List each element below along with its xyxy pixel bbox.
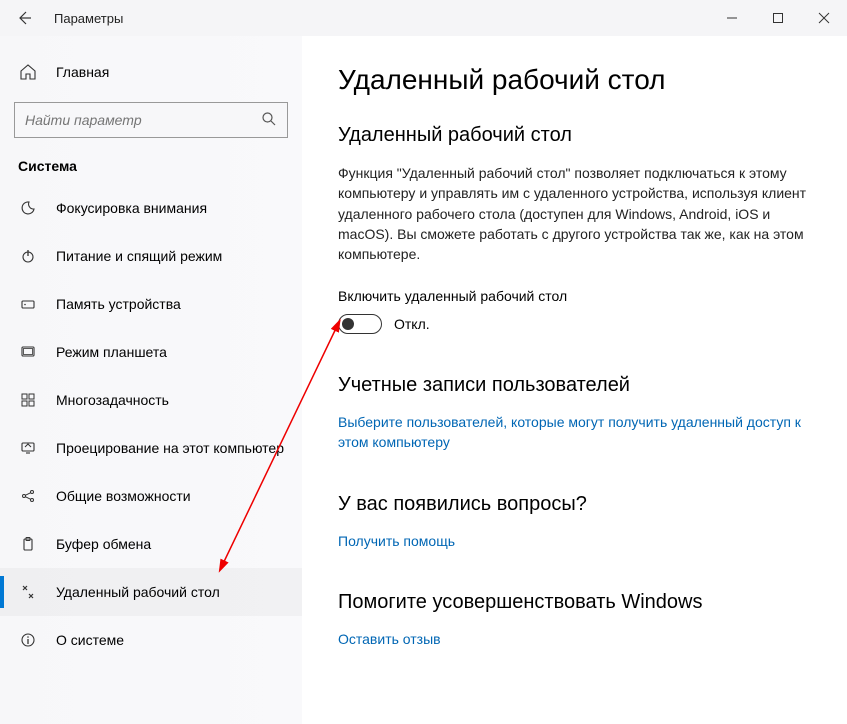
page-title: Удаленный рабочий стол — [338, 64, 815, 96]
toggle-label: Включить удаленный рабочий стол — [338, 288, 815, 304]
moon-icon — [18, 200, 38, 216]
clipboard-icon — [18, 536, 38, 552]
sidebar-item-multitask[interactable]: Многозадачность — [0, 376, 302, 424]
remote-desktop-icon — [18, 584, 38, 600]
toggle-state: Откл. — [394, 316, 430, 332]
search-box[interactable] — [14, 102, 288, 138]
sidebar-home[interactable]: Главная — [0, 52, 302, 92]
shared-icon — [18, 488, 38, 504]
multitask-icon — [18, 392, 38, 408]
accounts-section: Учетные записи пользователей Выберите по… — [338, 374, 815, 452]
close-icon — [818, 12, 830, 24]
sidebar-item-label: Многозадачность — [56, 392, 169, 408]
sidebar-item-label: О системе — [56, 632, 124, 648]
sidebar-item-shared[interactable]: Общие возможности — [0, 472, 302, 520]
maximize-button[interactable] — [755, 0, 801, 36]
remote-desktop-toggle[interactable] — [338, 314, 382, 334]
close-button[interactable] — [801, 0, 847, 36]
section-description: Функция "Удаленный рабочий стол" позволя… — [338, 163, 808, 264]
select-users-link[interactable]: Выберите пользователей, которые могут по… — [338, 413, 808, 452]
get-help-link[interactable]: Получить помощь — [338, 532, 808, 552]
back-button[interactable] — [8, 2, 40, 34]
search-icon — [261, 111, 277, 130]
questions-title: У вас появились вопросы? — [338, 493, 815, 516]
sidebar-item-label: Проецирование на этот компьютер — [56, 440, 284, 456]
sidebar-item-label: Удаленный рабочий стол — [56, 584, 220, 600]
sidebar-item-label: Фокусировка внимания — [56, 200, 207, 216]
sidebar-item-label: Буфер обмена — [56, 536, 151, 552]
sidebar: Главная Система Фокусировка внимания — [0, 36, 302, 724]
sidebar-item-label: Память устройства — [56, 296, 181, 312]
home-icon — [18, 63, 38, 81]
power-icon — [18, 248, 38, 264]
sidebar-item-focus-assist[interactable]: Фокусировка внимания — [0, 184, 302, 232]
sidebar-item-label: Питание и спящий режим — [56, 248, 222, 264]
window-controls — [709, 0, 847, 36]
sidebar-item-label: Режим планшета — [56, 344, 167, 360]
tablet-icon — [18, 344, 38, 360]
window-title: Параметры — [54, 11, 123, 26]
sidebar-item-storage[interactable]: Память устройства — [0, 280, 302, 328]
arrow-left-icon — [16, 10, 32, 26]
sidebar-item-tablet[interactable]: Режим планшета — [0, 328, 302, 376]
maximize-icon — [772, 12, 784, 24]
questions-section: У вас появились вопросы? Получить помощь — [338, 493, 815, 552]
accounts-title: Учетные записи пользователей — [338, 374, 815, 397]
main-panel: Удаленный рабочий стол Удаленный рабочий… — [302, 36, 847, 724]
sidebar-item-clipboard[interactable]: Буфер обмена — [0, 520, 302, 568]
feedback-section: Помогите усовершенствовать Windows Остав… — [338, 591, 815, 650]
sidebar-nav: Фокусировка внимания Питание и спящий ре… — [0, 184, 302, 724]
section-title: Удаленный рабочий стол — [338, 124, 815, 147]
feedback-link[interactable]: Оставить отзыв — [338, 630, 808, 650]
toggle-row: Откл. — [338, 314, 815, 334]
project-icon — [18, 440, 38, 456]
sidebar-item-power[interactable]: Питание и спящий режим — [0, 232, 302, 280]
sidebar-category: Система — [0, 138, 302, 184]
info-icon — [18, 632, 38, 648]
toggle-knob — [342, 318, 354, 330]
sidebar-home-label: Главная — [56, 64, 109, 80]
minimize-icon — [726, 12, 738, 24]
sidebar-item-remote-desktop[interactable]: Удаленный рабочий стол — [0, 568, 302, 616]
search-input[interactable] — [25, 112, 261, 128]
sidebar-item-project[interactable]: Проецирование на этот компьютер — [0, 424, 302, 472]
feedback-title: Помогите усовершенствовать Windows — [338, 591, 815, 614]
titlebar: Параметры — [0, 0, 847, 36]
sidebar-item-about[interactable]: О системе — [0, 616, 302, 664]
minimize-button[interactable] — [709, 0, 755, 36]
storage-icon — [18, 296, 38, 312]
sidebar-item-label: Общие возможности — [56, 488, 191, 504]
remote-desktop-section: Удаленный рабочий стол Функция "Удаленны… — [338, 124, 815, 334]
